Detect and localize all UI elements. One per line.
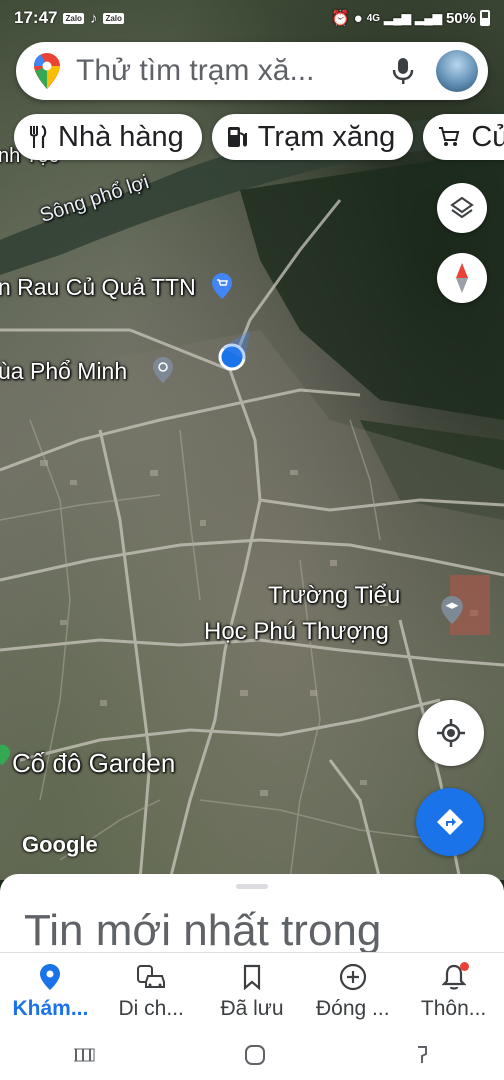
chip-label: Củ [471,120,504,153]
store-label[interactable]: n Rau Củ Quả TTN [0,274,196,301]
google-logo: Google [22,832,98,857]
compass-button[interactable] [437,253,487,303]
my-location-button[interactable] [418,700,484,766]
category-chips: Nhà hàng Trạm xăng Củ [14,114,504,160]
school-label-line1[interactable]: Trường Tiểu [268,582,400,610]
sheet-drag-handle[interactable] [236,884,268,889]
status-time: 17:47 [14,8,58,27]
search-bar[interactable]: Thử tìm trạm xă... [16,42,488,100]
fork-knife-icon [28,125,48,149]
bottom-navigation: Khám... Di ch... Đã lưu Đóng ... Thôn... [0,952,504,1030]
compass-icon [456,263,468,293]
nav-saved-label: Đã lưu [220,997,284,1020]
park-pin-icon[interactable] [0,744,10,766]
back-icon[interactable] [412,1044,432,1066]
chip-groceries[interactable]: Củ [423,114,504,160]
gas-pump-icon [226,125,248,149]
recent-apps-icon[interactable] [72,1045,98,1065]
nav-commute[interactable]: Di ch... [101,953,202,1030]
pagoda-label[interactable]: ùa Phổ Minh [0,358,127,385]
chip-label: Trạm xăng [257,120,396,153]
nav-explore-label: Khám... [12,997,89,1020]
alarm-icon: ⏰ [330,10,350,27]
directions-button[interactable] [416,788,484,856]
status-bar: 17:47 Zalo ♪ Zalo ⏰ ● 4G ▂▄▆ ▂▄▆ 50% [0,0,504,36]
layers-button[interactable] [437,183,487,233]
chip-label: Nhà hàng [58,120,184,153]
school-label-line2[interactable]: Học Phú Thượng [204,618,389,646]
directions-icon [437,809,463,835]
zalo-icon: Zalo [63,12,84,24]
add-circle-icon [339,963,366,991]
home-icon[interactable] [243,1043,267,1067]
tiktok-icon: ♪ [89,9,98,27]
nav-saved[interactable]: Đã lưu [202,953,303,1030]
shopping-pin-icon[interactable] [212,273,232,299]
nav-updates[interactable]: Thôn... [403,953,504,1030]
explore-pin-icon [40,964,61,990]
microphone-icon[interactable] [392,56,414,86]
location-status-icon: ● [353,9,363,27]
layers-icon [450,196,474,219]
zalo-icon-2: Zalo [103,12,124,24]
notification-dot [459,962,469,971]
school-pin-icon[interactable] [441,596,463,624]
crosshair-icon [437,719,465,747]
chip-gas-stations[interactable]: Trạm xăng [211,114,414,160]
network-type: 4G [366,12,381,24]
cart-icon [437,125,461,149]
sheet-title: Tin mới nhất trong [24,906,382,955]
chip-restaurants[interactable]: Nhà hàng [14,114,202,160]
nav-contribute-label: Đóng ... [316,997,390,1020]
system-navigation-bar [0,1030,504,1080]
nav-updates-label: Thôn... [420,997,487,1020]
search-input[interactable]: Thử tìm trạm xă... [76,54,392,88]
maps-logo-icon [34,53,60,89]
signal-icon-2: ▂▄▆ [415,11,442,25]
nav-commute-label: Di ch... [118,997,184,1020]
nav-explore[interactable]: Khám... [0,953,101,1030]
battery-level: 50% [445,9,476,27]
pagoda-pin-icon[interactable] [153,357,173,383]
signal-icon: ▂▄▆ [384,11,411,25]
bookmark-icon [243,964,261,990]
commute-icon [137,965,166,988]
nav-contribute[interactable]: Đóng ... [302,953,403,1030]
avatar[interactable] [436,50,478,92]
battery-icon [480,10,490,26]
bottom-sheet[interactable]: Tin mới nhất trong [0,874,504,964]
garden-label[interactable]: Cố đô Garden [12,748,175,779]
